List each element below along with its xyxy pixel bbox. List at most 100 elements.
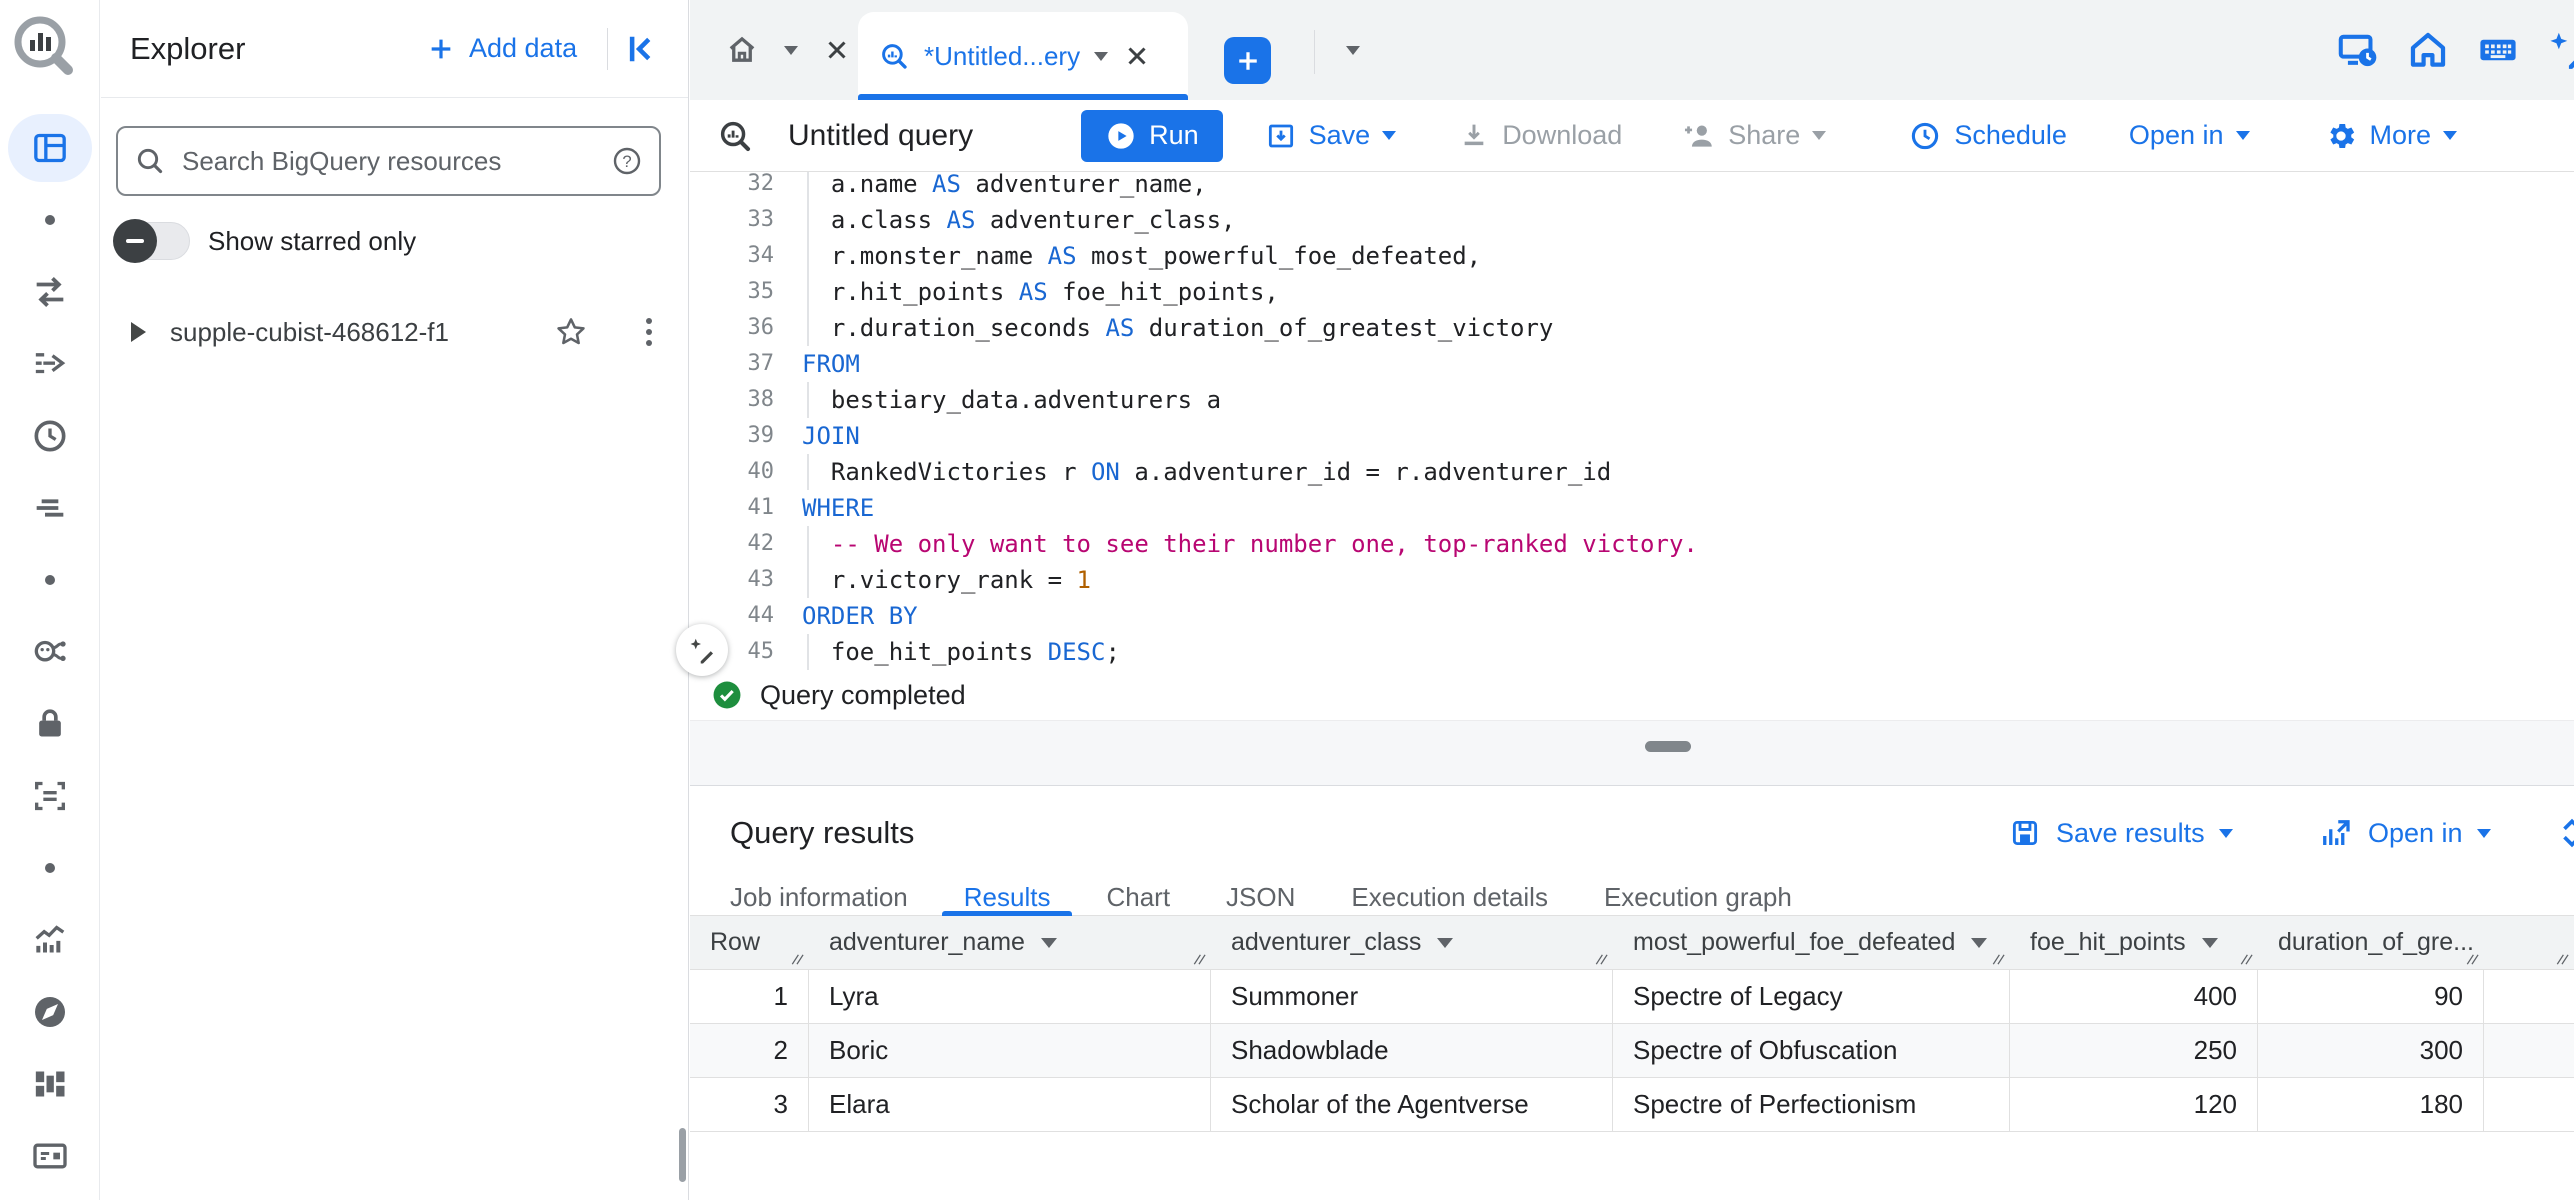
rail-item-governance-icon[interactable]: [8, 688, 92, 760]
column-header-Row[interactable]: Row: [690, 916, 809, 969]
session-screen-icon[interactable]: [2336, 28, 2380, 72]
column-header-adventurer_name[interactable]: adventurer_name: [809, 916, 1211, 969]
more-options-kebab-icon[interactable]: [629, 312, 669, 352]
rail-item-data-sharing-icon[interactable]: [8, 616, 92, 688]
sort-caret-icon[interactable]: [1041, 938, 1057, 948]
column-header-adventurer_class[interactable]: adventurer_class: [1211, 916, 1613, 969]
explorer-header: Explorer Add data: [101, 0, 688, 98]
rail-item-capacity-icon[interactable]: [8, 760, 92, 832]
code-line-40: 40 RankedVictories r ON a.adventurer_id …: [690, 454, 2574, 490]
column-header-foe_hit_points[interactable]: foe_hit_points: [2010, 916, 2258, 969]
home-icon[interactable]: [2406, 28, 2450, 72]
gemini-assist-icon[interactable]: [2546, 28, 2574, 72]
code-text: r.victory_rank = 1: [802, 562, 1091, 598]
column-header-duration_of_gre...[interactable]: duration_of_gre...: [2258, 916, 2484, 969]
keyboard-shortcuts-icon[interactable]: [2476, 28, 2520, 72]
project-row[interactable]: supple-cubist-468612-f1: [101, 300, 686, 364]
schedule-label: Schedule: [1954, 120, 2067, 151]
search-box[interactable]: ?: [116, 126, 661, 196]
table-row[interactable]: 1LyraSummonerSpectre of Legacy40090: [690, 970, 2574, 1024]
close-query-tab-icon[interactable]: [1122, 41, 1152, 71]
results-tab-execution-details[interactable]: Execution details: [1351, 880, 1548, 916]
cell: 3: [690, 1078, 809, 1131]
share-button[interactable]: Share: [1682, 119, 1826, 153]
home-tab-caret-icon[interactable]: [784, 46, 798, 55]
project-name[interactable]: supple-cubist-468612-f1: [170, 300, 449, 364]
code-text: r.hit_points AS foe_hit_points,: [802, 274, 1279, 310]
results-tab-execution-graph[interactable]: Execution graph: [1604, 880, 1792, 916]
run-button[interactable]: Run: [1081, 110, 1223, 162]
active-query-tab[interactable]: *Untitled...ery: [858, 12, 1188, 100]
sql-editor[interactable]: 32 a.name AS adventurer_name,33 a.class …: [690, 172, 2574, 670]
column-label: Row: [710, 928, 760, 957]
rail-item-monitoring-icon[interactable]: [8, 904, 92, 976]
cell: 250: [2010, 1024, 2258, 1077]
query-tab-caret-icon[interactable]: [1094, 52, 1108, 61]
results-open-in-button[interactable]: Open in: [2318, 786, 2491, 880]
rail-item-explorer-icon[interactable]: [8, 114, 92, 182]
open-in-button[interactable]: Open in: [2129, 120, 2250, 151]
sort-caret-icon[interactable]: [1971, 938, 1987, 948]
cell: Boric: [809, 1024, 1211, 1077]
query-tab-icon: [878, 40, 910, 72]
close-home-tab-icon[interactable]: [822, 35, 852, 65]
home-tab[interactable]: [724, 0, 852, 100]
show-starred-toggle[interactable]: [116, 222, 190, 260]
sidebar-scrollbar[interactable]: [679, 1128, 686, 1182]
star-icon[interactable]: [553, 314, 589, 350]
column-resize-grip-icon[interactable]: [2238, 952, 2253, 967]
column-resize-grip-icon[interactable]: [2554, 952, 2569, 967]
schedule-button[interactable]: Schedule: [1908, 119, 2067, 153]
save-button[interactable]: Save: [1265, 120, 1397, 152]
gemini-edit-icon[interactable]: [676, 624, 728, 676]
save-label: Save: [1309, 120, 1371, 151]
column-label: adventurer_class: [1231, 928, 1421, 957]
results-tab-results[interactable]: Results: [964, 880, 1051, 916]
sort-caret-icon[interactable]: [2202, 938, 2218, 948]
table-row[interactable]: 2BoricShadowbladeSpectre of Obfuscation2…: [690, 1024, 2574, 1078]
column-resize-grip-icon[interactable]: [1593, 952, 1608, 967]
results-tab-chart[interactable]: Chart: [1106, 880, 1170, 916]
rail-item-partitions-icon[interactable]: [8, 1048, 92, 1120]
save-results-button[interactable]: Save results: [2008, 786, 2233, 880]
sort-caret-icon[interactable]: [1437, 938, 1453, 948]
rail-item-pipelines-icon[interactable]: [8, 328, 92, 400]
more-button[interactable]: More: [2324, 119, 2458, 153]
rail-item-bi-engine-icon[interactable]: [8, 976, 92, 1048]
cell: Spectre of Obfuscation: [1613, 1024, 2010, 1077]
divider: [607, 28, 608, 70]
results-tab-job-information[interactable]: Job information: [730, 880, 908, 916]
home-tab-icon[interactable]: [724, 32, 760, 68]
code-text: WHERE: [802, 490, 874, 526]
line-number: 36: [690, 310, 802, 346]
tab-list-caret-icon[interactable]: [1346, 0, 1360, 100]
search-input[interactable]: [180, 145, 597, 178]
column-resize-grip-icon[interactable]: [789, 952, 804, 967]
expand-project-icon[interactable]: [131, 322, 146, 342]
schedule-clock-icon: [1908, 119, 1942, 153]
collapse-panel-icon[interactable]: [619, 28, 661, 70]
download-button[interactable]: Download: [1458, 120, 1622, 152]
share-caret-icon: [1812, 131, 1826, 140]
rail-item-scheduled-queries-icon[interactable]: [8, 400, 92, 472]
results-tab-json[interactable]: JSON: [1226, 880, 1295, 916]
rail-item-query-queue-icon[interactable]: [8, 472, 92, 544]
code-text: foe_hit_points DESC;: [802, 634, 1120, 670]
cell: 2: [690, 1024, 809, 1077]
expand-results-icon[interactable]: [2552, 786, 2574, 880]
cell: 180: [2258, 1078, 2484, 1131]
column-header-most_powerful_foe_defeated[interactable]: most_powerful_foe_defeated: [1613, 916, 2010, 969]
help-icon[interactable]: ?: [611, 145, 643, 177]
rail-item-connections-icon[interactable]: [8, 1120, 92, 1192]
add-data-button[interactable]: Add data: [425, 0, 577, 97]
column-resize-grip-icon[interactable]: [2464, 952, 2479, 967]
open-in-chart-icon: [2318, 815, 2354, 851]
drag-handle[interactable]: [1645, 741, 1691, 752]
column-resize-grip-icon[interactable]: [1990, 952, 2005, 967]
add-data-label: Add data: [469, 33, 577, 64]
new-tab-button[interactable]: [1224, 37, 1271, 84]
rail-item-transfers-icon[interactable]: [8, 256, 92, 328]
column-resize-grip-icon[interactable]: [1191, 952, 1206, 967]
query-results-header: Query results Save results Open in: [690, 786, 2574, 880]
table-row[interactable]: 3ElaraScholar of the AgentverseSpectre o…: [690, 1078, 2574, 1132]
